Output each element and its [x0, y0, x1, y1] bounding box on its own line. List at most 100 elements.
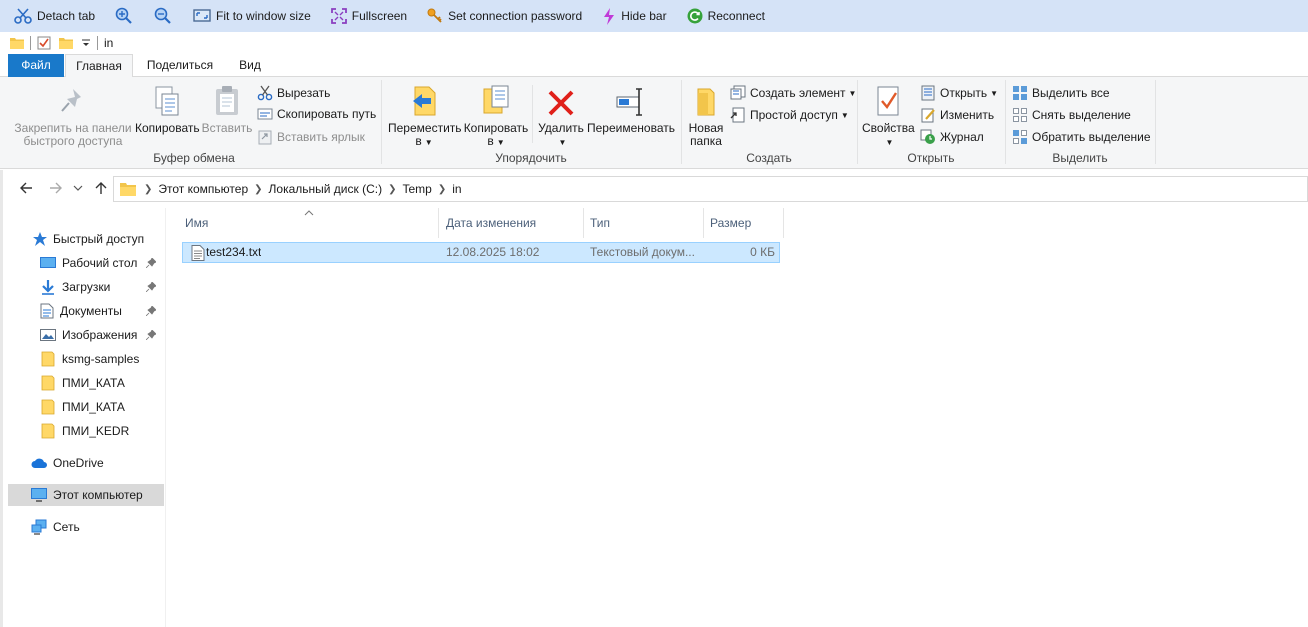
- rename-button[interactable]: Переименовать: [586, 83, 676, 135]
- breadcrumb-in[interactable]: in: [452, 182, 461, 196]
- zoom-in-button[interactable]: [115, 7, 138, 25]
- new-folder-button[interactable]: Новая папка: [686, 83, 726, 148]
- pin-to-quick-access-button[interactable]: Закрепить на панели быстрого доступа: [14, 83, 132, 148]
- nav-item-folder[interactable]: ПМИ_KEDR: [40, 420, 129, 442]
- easy-access-icon: [730, 107, 745, 123]
- nav-item-downloads[interactable]: Загрузки: [40, 276, 162, 298]
- select-none-label: Снять выделение: [1032, 108, 1131, 122]
- properties-check-icon[interactable]: [37, 36, 51, 50]
- select-none-button[interactable]: Снять выделение: [1012, 107, 1131, 123]
- cut-button[interactable]: Вырезать: [257, 85, 330, 101]
- open-icon: [921, 85, 935, 101]
- back-arrow-icon[interactable]: [18, 180, 34, 196]
- new-item-button[interactable]: Создать элемент ▼: [730, 85, 856, 101]
- move-to-button[interactable]: Переместить в ▼: [388, 83, 462, 149]
- set-password-label: Set connection password: [448, 9, 583, 23]
- fullscreen-label: Fullscreen: [351, 9, 408, 23]
- properties-label: Свойства: [862, 121, 915, 135]
- paste-shortcut-button[interactable]: Вставить ярлык: [257, 129, 365, 145]
- nav-onedrive[interactable]: OneDrive: [31, 452, 104, 474]
- hide-bar-button[interactable]: Hide bar: [602, 7, 667, 25]
- tab-file[interactable]: Файл: [8, 54, 64, 77]
- breadcrumb-temp[interactable]: Temp: [402, 182, 431, 196]
- set-password-button[interactable]: Set connection password: [427, 8, 582, 24]
- qat-customize-icon[interactable]: [81, 38, 91, 48]
- breadcrumb-local-disk[interactable]: Локальный диск (C:): [269, 182, 383, 196]
- file-name: test234.txt: [206, 245, 262, 259]
- select-all-label: Выделить все: [1032, 86, 1110, 100]
- copy-button[interactable]: Копировать: [135, 83, 200, 135]
- select-group-label: Выделить: [1052, 151, 1108, 165]
- fullscreen-button[interactable]: Fullscreen: [330, 8, 408, 24]
- group-divider: [1155, 80, 1156, 164]
- paste-button[interactable]: Вставить: [200, 83, 254, 135]
- recent-dropdown-icon[interactable]: [73, 184, 83, 192]
- qat-separator: [30, 36, 31, 50]
- open-button[interactable]: Открыть ▼: [920, 85, 998, 101]
- new-folder-label-2: папка: [690, 134, 722, 148]
- delete-button[interactable]: Удалить ▼: [536, 83, 586, 149]
- cloud-icon: [31, 458, 47, 468]
- column-header-modified[interactable]: Дата изменения: [440, 208, 584, 238]
- easy-access-label: Простой доступ: [750, 108, 838, 122]
- breadcrumb-chevron-icon[interactable]: ❯: [438, 184, 446, 195]
- nav-network[interactable]: Сеть: [31, 516, 80, 538]
- breadcrumb-chevron-icon[interactable]: ❯: [254, 184, 262, 195]
- tab-home[interactable]: Главная: [65, 54, 133, 78]
- nav-item-documents[interactable]: Документы: [40, 300, 162, 322]
- dropdown-caret-icon: ▼: [990, 88, 999, 98]
- properties-button[interactable]: Свойства ▼: [862, 83, 915, 149]
- nav-item-label: ПМИ_KEDR: [62, 424, 130, 438]
- fit-window-button[interactable]: Fit to window size: [193, 8, 311, 24]
- folder-icon: [41, 423, 55, 439]
- copy-path-button[interactable]: Скопировать путь: [257, 107, 376, 121]
- forward-arrow-icon[interactable]: [48, 180, 64, 196]
- address-bar-area: ❯ Этот компьютер ❯ Локальный диск (C:) ❯…: [0, 170, 1308, 208]
- easy-access-button[interactable]: Простой доступ ▼: [730, 107, 849, 123]
- edit-button[interactable]: Изменить: [920, 107, 994, 123]
- up-arrow-icon[interactable]: [93, 180, 109, 196]
- move-to-icon: [413, 86, 436, 116]
- nav-this-pc[interactable]: Этот компьютер: [8, 484, 164, 506]
- hide-bar-label: Hide bar: [621, 9, 667, 23]
- select-all-button[interactable]: Выделить все: [1012, 85, 1110, 101]
- move-to-label-1: Переместить: [388, 121, 462, 135]
- tab-share[interactable]: Поделиться: [140, 54, 220, 77]
- table-row[interactable]: test234.txt 12.08.2025 18:02 Текстовый д…: [182, 242, 780, 263]
- nav-item-label: ПМИ_КАТА: [62, 400, 125, 414]
- new-folder-icon[interactable]: [59, 36, 73, 50]
- create-group-label: Создать: [746, 151, 792, 165]
- nav-item-desktop[interactable]: Рабочий стол: [40, 252, 162, 274]
- nav-item-pictures[interactable]: Изображения: [40, 324, 162, 346]
- download-arrow-icon: [42, 280, 54, 295]
- nav-quick-access[interactable]: Быстрый доступ: [33, 228, 144, 250]
- tab-view[interactable]: Вид: [228, 54, 272, 77]
- nav-item-folder[interactable]: ПМИ_КАТА: [40, 396, 125, 418]
- nav-item-folder[interactable]: ПМИ_КАТА: [40, 372, 125, 394]
- fit-window-label: Fit to window size: [216, 9, 311, 23]
- breadcrumb-chevron-icon[interactable]: ❯: [144, 184, 152, 195]
- detach-tab-button[interactable]: Detach tab: [14, 8, 95, 24]
- qat-separator: [97, 36, 98, 50]
- network-icon: [31, 519, 47, 535]
- zoom-out-button[interactable]: [154, 7, 177, 25]
- reconnect-icon: [687, 8, 703, 24]
- nav-item-label: Изображения: [62, 328, 138, 342]
- invert-selection-button[interactable]: Обратить выделение: [1012, 129, 1151, 145]
- breadcrumb-this-pc[interactable]: Этот компьютер: [158, 182, 248, 196]
- nav-item-label: Документы: [60, 304, 122, 318]
- nav-item-folder[interactable]: ksmg-samples: [40, 348, 139, 370]
- paste-label: Вставить: [201, 121, 253, 135]
- column-header-type[interactable]: Тип: [584, 208, 704, 238]
- column-header-name[interactable]: Имя: [179, 208, 439, 238]
- column-header-size[interactable]: Размер: [704, 208, 784, 238]
- copy-to-label-2: в: [487, 134, 494, 148]
- dropdown-caret-icon: ▼: [424, 138, 433, 147]
- history-button[interactable]: Журнал: [920, 129, 984, 145]
- select-all-icon: [1013, 86, 1027, 100]
- address-box[interactable]: ❯ Этот компьютер ❯ Локальный диск (C:) ❯…: [113, 176, 1308, 202]
- copy-label: Копировать: [135, 121, 200, 135]
- breadcrumb-chevron-icon[interactable]: ❯: [388, 184, 396, 195]
- copy-to-button[interactable]: Копировать в ▼: [462, 83, 530, 149]
- reconnect-button[interactable]: Reconnect: [687, 8, 765, 24]
